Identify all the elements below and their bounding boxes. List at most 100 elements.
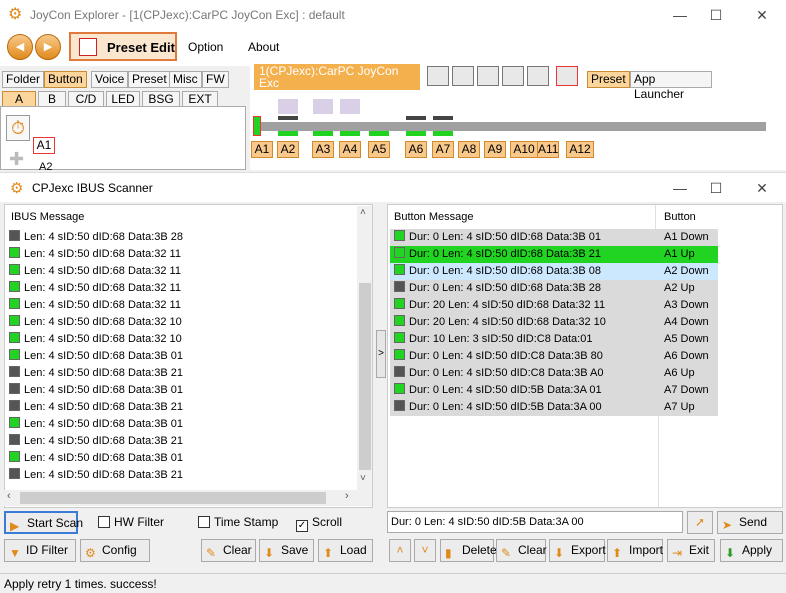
start-scan-button[interactable]: ▶ Start Scan [4, 511, 83, 534]
ibus-row[interactable]: Len: 4 sID:50 dID:68 Data:32 10 [9, 331, 357, 348]
ibus-row[interactable]: Len: 4 sID:50 dID:68 Data:32 11 [9, 246, 357, 263]
ibus-row[interactable]: Len: 4 sID:50 dID:68 Data:3B 01 [9, 416, 357, 433]
button-row[interactable]: Dur: 0 Len: 4 sID:50 dID:68 Data:3B 01 A1… [390, 229, 718, 246]
button-box-a7[interactable]: A7 [432, 141, 454, 158]
button-message-list[interactable]: Button Message Button Dur: 0 Len: 4 sID:… [387, 204, 783, 508]
square-icon[interactable] [502, 66, 524, 86]
left-item-a1[interactable]: A1 [33, 137, 55, 154]
preset-edit-button[interactable]: Preset Edit [69, 32, 177, 61]
tab-folder[interactable]: Folder [2, 71, 45, 88]
ibus-vertical-scroll-thumb[interactable] [359, 283, 371, 470]
profile-tab[interactable]: 1(CPJexc):CarPC JoyCon Exc default [254, 64, 420, 101]
button-row[interactable]: Dur: 0 Len: 4 sID:50 dID:68 Data:3B 08 A2… [390, 263, 718, 280]
ibus-row[interactable]: Len: 4 sID:50 dID:68 Data:3B 21 [9, 365, 357, 382]
send-button[interactable]: ➤ Send [717, 511, 783, 534]
forward-button[interactable]: ▶ [35, 34, 61, 60]
edit-icon[interactable] [477, 66, 499, 86]
preset-edit-label: Preset Edit [107, 40, 175, 55]
ibus-row[interactable]: Len: 4 sID:50 dID:68 Data:3B 01 [9, 348, 357, 365]
hw-filter-checkbox[interactable]: HW Filter [98, 515, 164, 529]
new-page-icon[interactable] [452, 66, 474, 86]
button-box-a11[interactable]: A11 [537, 141, 559, 158]
export-button[interactable]: ⬇ Export [549, 539, 606, 562]
ibus-row[interactable]: Len: 4 sID:50 dID:68 Data:3B 21 [9, 467, 357, 484]
ibus-row[interactable]: Len: 4 sID:50 dID:68 Data:3B 21 [9, 399, 357, 416]
button-row[interactable]: Dur: 0 Len: 4 sID:50 dID:5B Data:3A 01 A7… [390, 382, 718, 399]
button-row[interactable]: Dur: 0 Len: 4 sID:50 dID:68 Data:3B 28 A2… [390, 280, 718, 297]
time-stamp-checkbox[interactable]: Time Stamp [198, 515, 278, 529]
tab-button[interactable]: Button [44, 71, 87, 88]
button-box-a1[interactable]: A1 [251, 141, 273, 158]
save-button[interactable]: ⬇ Save [259, 539, 314, 562]
tab-fw[interactable]: FW [202, 71, 229, 88]
tab-right-preset[interactable]: Preset [587, 71, 630, 88]
button-box-a3[interactable]: A3 [312, 141, 334, 158]
button-row[interactable]: Dur: 0 Len: 4 sID:50 dID:C8 Data:3B A0 A6… [390, 365, 718, 382]
move-up-icon[interactable]: ˄ [389, 539, 411, 562]
scroll-right-icon[interactable]: › [345, 490, 349, 502]
tab-app-launcher[interactable]: App Launcher [630, 71, 712, 101]
dialog-minimize-button[interactable]: — [666, 177, 694, 199]
ibus-row[interactable]: Len: 4 sID:50 dID:68 Data:3B 21 [9, 433, 357, 450]
minimize-button[interactable]: — [666, 4, 694, 26]
button-row[interactable]: Dur: 0 Len: 4 sID:50 dID:68 Data:3B 21 A1… [390, 246, 718, 263]
arrow-up-right-icon[interactable]: ➚ [687, 511, 713, 534]
tab-preset[interactable]: Preset [128, 71, 171, 88]
button-box-a2[interactable]: A2 [277, 141, 299, 158]
scroll-down-icon[interactable]: ˅ [360, 473, 366, 484]
scroll-check-icon[interactable]: ✓ [296, 520, 308, 532]
ibus-row[interactable]: Len: 4 sID:50 dID:68 Data:3B 28 [9, 229, 357, 246]
button-box-a4[interactable]: A4 [339, 141, 361, 158]
dialog-maximize-button[interactable]: ☐ [702, 177, 730, 199]
button-box-a5[interactable]: A5 [368, 141, 390, 158]
ibus-row[interactable]: Len: 4 sID:50 dID:68 Data:32 11 [9, 280, 357, 297]
menu-about[interactable]: About [248, 40, 279, 54]
button-box-a8[interactable]: A8 [458, 141, 480, 158]
stopwatch-icon[interactable]: ⏱ [6, 115, 30, 141]
button-row[interactable]: Dur: 0 Len: 4 sID:50 dID:C8 Data:3B 80 A6… [390, 348, 718, 365]
tab-voice[interactable]: Voice [91, 71, 129, 88]
ibus-row[interactable]: Len: 4 sID:50 dID:68 Data:32 11 [9, 263, 357, 280]
toolbar-icon-1[interactable] [427, 66, 449, 86]
button-row[interactable]: Dur: 0 Len: 4 sID:50 dID:5B Data:3A 00 A7… [390, 399, 718, 416]
import-button[interactable]: ⬆ Import [607, 539, 663, 562]
ibus-message-list[interactable]: IBUS Message Len: 4 sID:50 dID:68 Data:3… [4, 204, 373, 508]
ibus-row[interactable]: Len: 4 sID:50 dID:68 Data:32 10 [9, 314, 357, 331]
button-box-a12[interactable]: A12 [566, 141, 594, 158]
ibus-horizontal-scroll-thumb[interactable] [20, 492, 326, 504]
id-filter-button[interactable]: ▼ ID Filter [4, 539, 76, 562]
dialog-close-button[interactable]: ✕ [748, 177, 776, 199]
load-button[interactable]: ⬆ Load [318, 539, 373, 562]
tab-misc[interactable]: Misc [169, 71, 202, 88]
panel-splitter[interactable]: > [376, 330, 386, 378]
delete-button[interactable]: ▮ Delete [440, 539, 497, 562]
ibus-row[interactable]: Len: 4 sID:50 dID:68 Data:3B 01 [9, 382, 357, 399]
clear-button[interactable]: ✎ Clear [201, 539, 256, 562]
back-button[interactable]: ◀ [7, 34, 33, 60]
hw-filter-box[interactable] [98, 516, 110, 528]
scroll-checkbox[interactable]: ✓ Scroll [296, 515, 342, 532]
config-button[interactable]: ⚙ Config [80, 539, 150, 562]
button-row[interactable]: Dur: 20 Len: 4 sID:50 dID:68 Data:32 10 A… [390, 314, 718, 331]
fit-screen-icon[interactable] [556, 66, 578, 86]
button-box-a9[interactable]: A9 [484, 141, 506, 158]
scroll-up-icon[interactable]: ˄ [360, 207, 366, 218]
send-message-field[interactable]: Dur: 0 Len: 4 sID:50 dID:5B Data:3A 00 [387, 511, 683, 533]
scroll-left-icon[interactable]: ‹ [7, 490, 11, 502]
move-down-icon[interactable]: ˅ [414, 539, 436, 562]
ibus-row[interactable]: Len: 4 sID:50 dID:68 Data:3B 01 [9, 450, 357, 467]
apply-button[interactable]: ⬇ Apply [720, 539, 783, 562]
copy-icon[interactable] [527, 66, 549, 86]
ibus-row[interactable]: Len: 4 sID:50 dID:68 Data:32 11 [9, 297, 357, 314]
maximize-button[interactable]: ☐ [702, 4, 730, 26]
button-row[interactable]: Dur: 10 Len: 3 sID:50 dID:C8 Data:01 A5 D… [390, 331, 718, 348]
button-box-a10[interactable]: A10 [510, 141, 538, 158]
time-stamp-box[interactable] [198, 516, 210, 528]
close-button[interactable]: ✕ [748, 4, 776, 26]
clear-button-2[interactable]: ✎ Clear [496, 539, 547, 562]
button-box-a6[interactable]: A6 [405, 141, 427, 158]
ibus-row-text: Len: 4 sID:50 dID:68 Data:3B 28 [24, 231, 183, 243]
menu-option[interactable]: Option [188, 40, 223, 54]
exit-button[interactable]: ⇥ Exit [667, 539, 715, 562]
button-row[interactable]: Dur: 20 Len: 4 sID:50 dID:68 Data:32 11 A… [390, 297, 718, 314]
